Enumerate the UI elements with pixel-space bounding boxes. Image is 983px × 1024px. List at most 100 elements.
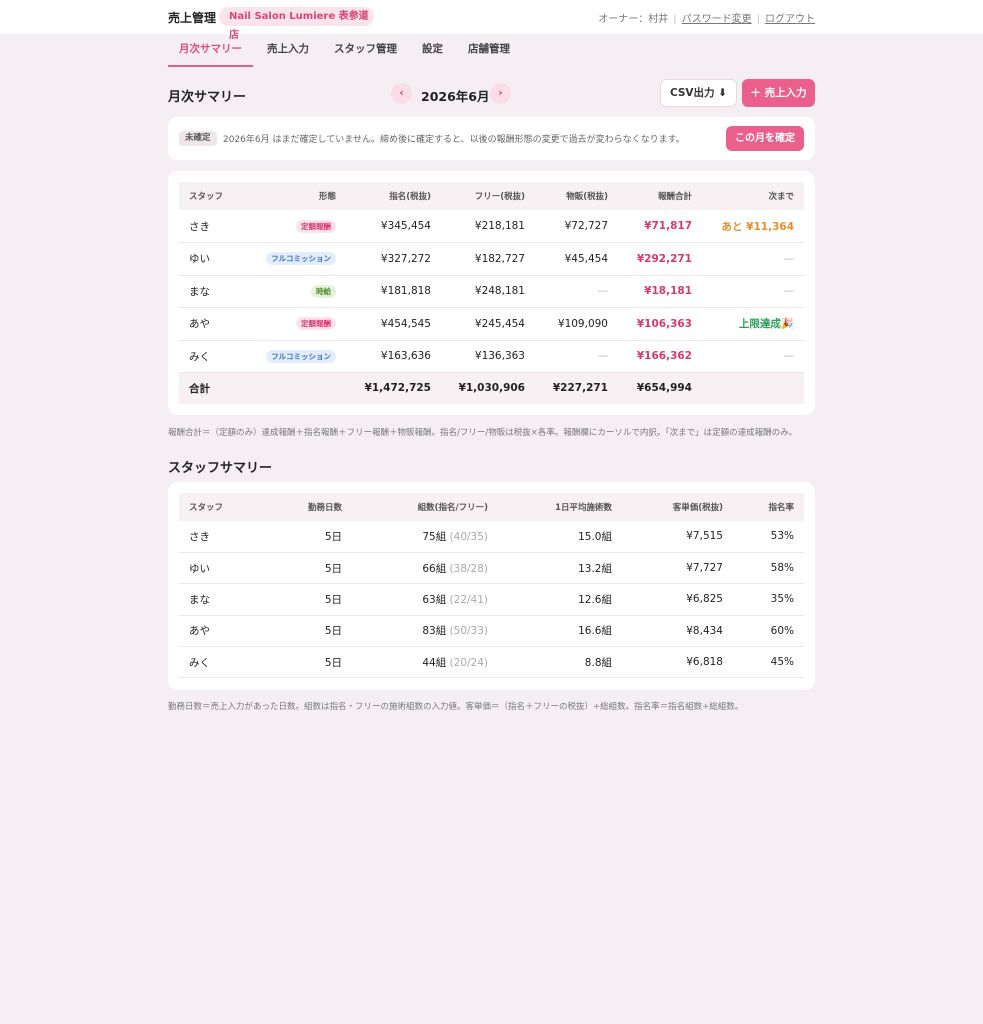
tab-store-management[interactable]: 店舗管理 bbox=[468, 34, 510, 67]
table-header-row: スタッフ 勤務日数 組数(指名/フリー) 1日平均施術数 客単価(税抜) 指名率 bbox=[179, 493, 804, 521]
staff-name: みく bbox=[179, 646, 259, 679]
monthly-summary-table: スタッフ 形態 指名(税抜) フリー(税抜) 物販(税抜) 報酬合計 次まで さ… bbox=[179, 182, 804, 404]
work-days: 5日 bbox=[259, 583, 352, 616]
pay-type-badge: 定額報酬 bbox=[296, 317, 336, 331]
total-label: 合計 bbox=[179, 372, 251, 404]
tab-staff-management[interactable]: スタッフ管理 bbox=[334, 34, 397, 67]
table-row: みく 5日 44組 (20/24) 8.8組 ¥6,818 45% bbox=[179, 646, 804, 679]
pay-type-badge: 定額報酬 bbox=[296, 219, 336, 233]
group-count: 44組 (20/24) bbox=[352, 646, 498, 679]
daily-average: 13.2組 bbox=[498, 552, 622, 585]
nomination-rate: 58% bbox=[733, 552, 804, 585]
change-password-link[interactable]: パスワード変更 bbox=[682, 14, 752, 25]
retail-sales: ¥72,727 bbox=[535, 210, 618, 243]
nominated-sales: ¥327,272 bbox=[346, 242, 441, 276]
total-retail: ¥227,271 bbox=[535, 372, 618, 404]
column-header: 指名率 bbox=[733, 493, 804, 521]
free-sales: ¥182,727 bbox=[441, 242, 535, 276]
retail-sales: ¥45,454 bbox=[535, 242, 618, 276]
csv-export-button[interactable]: CSV出力 ⬇ bbox=[660, 79, 737, 107]
add-sales-button[interactable]: ＋ 売上入力 bbox=[742, 79, 815, 107]
staff-name: あや bbox=[179, 307, 251, 341]
unit-price: ¥8,434 bbox=[622, 615, 733, 648]
group-count: 83組 (50/33) bbox=[352, 615, 498, 648]
staff-formula-note: 勤務日数＝売上入力があった日数。組数は指名・フリーの施術組数の入力値。客単価＝（… bbox=[168, 702, 744, 712]
total-row: 合計 ¥1,472,725 ¥1,030,906 ¥227,271 ¥654,9… bbox=[179, 372, 804, 404]
work-days: 5日 bbox=[259, 521, 352, 553]
app-brand: 売上管理 bbox=[168, 11, 217, 25]
staff-summary-table: スタッフ 勤務日数 組数(指名/フリー) 1日平均施術数 客単価(税抜) 指名率… bbox=[179, 493, 804, 679]
nomination-rate: 45% bbox=[733, 646, 804, 679]
user-menu: オーナー：村井 | パスワード変更 | ログアウト bbox=[598, 10, 815, 25]
next-month-button[interactable]: › bbox=[490, 83, 511, 104]
chevron-down-icon: ⌵ bbox=[360, 11, 367, 21]
staff-name: さき bbox=[179, 210, 251, 243]
staff-name: まな bbox=[179, 275, 251, 308]
work-days: 5日 bbox=[259, 552, 352, 585]
next-target: — bbox=[702, 242, 804, 276]
free-sales: ¥245,454 bbox=[441, 307, 535, 341]
table-row: まな 5日 63組 (22/41) 12.6組 ¥6,825 35% bbox=[179, 583, 804, 616]
retail-sales: — bbox=[535, 275, 618, 308]
tab-sales-input[interactable]: 売上入力 bbox=[267, 34, 309, 67]
logout-link[interactable]: ログアウト bbox=[765, 14, 815, 25]
unit-price: ¥6,818 bbox=[622, 646, 733, 679]
top-bar: 売上管理 Nail Salon Lumiere 表参道店 ⌵ オーナー：村井 | パ… bbox=[0, 0, 983, 41]
total-nominated: ¥1,472,725 bbox=[346, 372, 441, 404]
staff-name: あや bbox=[179, 615, 259, 648]
pay-total[interactable]: ¥18,181 bbox=[618, 275, 702, 308]
staff-name: ゆい bbox=[179, 242, 251, 276]
staff-summary-title: スタッフサマリー bbox=[168, 461, 273, 476]
unit-price: ¥7,727 bbox=[622, 552, 733, 585]
tab-monthly-summary[interactable]: 月次サマリー bbox=[168, 34, 253, 67]
next-target: あと ¥11,364 bbox=[702, 210, 804, 243]
nominated-sales: ¥163,636 bbox=[346, 340, 441, 373]
page-title: 月次サマリー bbox=[168, 90, 247, 105]
separator: | bbox=[756, 14, 760, 25]
next-target: 上限達成🎉 bbox=[702, 307, 804, 341]
table-row: あや 5日 83組 (50/33) 16.6組 ¥8,434 60% bbox=[179, 615, 804, 648]
pay-total[interactable]: ¥71,817 bbox=[618, 210, 702, 243]
total-pay: ¥654,994 bbox=[618, 372, 702, 404]
next-target: — bbox=[702, 340, 804, 373]
prev-month-button[interactable]: ‹ bbox=[391, 83, 412, 104]
column-header: 客単価(税抜) bbox=[622, 493, 733, 521]
column-header: 指名(税抜) bbox=[346, 182, 441, 210]
daily-average: 8.8組 bbox=[498, 646, 622, 679]
tab-settings[interactable]: 設定 bbox=[422, 34, 443, 67]
group-count: 63組 (22/41) bbox=[352, 583, 498, 616]
column-header: 1日平均施術数 bbox=[498, 493, 622, 521]
unit-price: ¥6,825 bbox=[622, 583, 733, 616]
table-header-row: スタッフ 形態 指名(税抜) フリー(税抜) 物販(税抜) 報酬合計 次まで bbox=[179, 182, 804, 210]
main-tabs: 月次サマリー 売上入力 スタッフ管理 設定 店舗管理 bbox=[168, 34, 535, 67]
staff-summary-card: スタッフ 勤務日数 組数(指名/フリー) 1日平均施術数 客単価(税抜) 指名率… bbox=[168, 482, 815, 690]
table-row: さき 定額報酬 ¥345,454 ¥218,181 ¥72,727 ¥71,81… bbox=[179, 210, 804, 243]
staff-name: ゆい bbox=[179, 552, 259, 585]
column-header: 次まで bbox=[702, 182, 804, 210]
pay-total[interactable]: ¥166,362 bbox=[618, 340, 702, 373]
column-header: 形態 bbox=[251, 182, 346, 210]
store-selector[interactable]: Nail Salon Lumiere 表参道店 ⌵ bbox=[219, 7, 374, 41]
retail-sales: — bbox=[535, 340, 618, 373]
staff-name: みく bbox=[179, 340, 251, 373]
work-days: 5日 bbox=[259, 615, 352, 648]
pay-type-badge: フルコミッション bbox=[266, 349, 336, 363]
table-row: みく フルコミッション ¥163,636 ¥136,363 — ¥166,362… bbox=[179, 340, 804, 373]
nomination-rate: 53% bbox=[733, 521, 804, 553]
monthly-summary-card: スタッフ 形態 指名(税抜) フリー(税抜) 物販(税抜) 報酬合計 次まで さ… bbox=[168, 171, 815, 415]
pay-formula-note: 報酬合計＝（定額のみ）達成報酬＋指名報酬＋フリー報酬＋物販報酬。指名/フリー/物… bbox=[168, 428, 798, 438]
nomination-rate: 35% bbox=[733, 583, 804, 616]
free-sales: ¥248,181 bbox=[441, 275, 535, 308]
current-month: 2026年6月 bbox=[421, 89, 490, 104]
pay-type-badge: フルコミッション bbox=[266, 252, 336, 266]
status-badge: 未確定 bbox=[179, 131, 217, 146]
staff-name: まな bbox=[179, 583, 259, 616]
pay-total[interactable]: ¥106,363 bbox=[618, 307, 702, 341]
table-row: ゆい フルコミッション ¥327,272 ¥182,727 ¥45,454 ¥2… bbox=[179, 242, 804, 276]
next-target: — bbox=[702, 275, 804, 308]
column-header: 報酬合計 bbox=[618, 182, 702, 210]
daily-average: 16.6組 bbox=[498, 615, 622, 648]
confirm-month-button[interactable]: この月を確定 bbox=[726, 126, 804, 151]
pay-total[interactable]: ¥292,271 bbox=[618, 242, 702, 276]
pay-type-badge: 時給 bbox=[311, 284, 336, 298]
